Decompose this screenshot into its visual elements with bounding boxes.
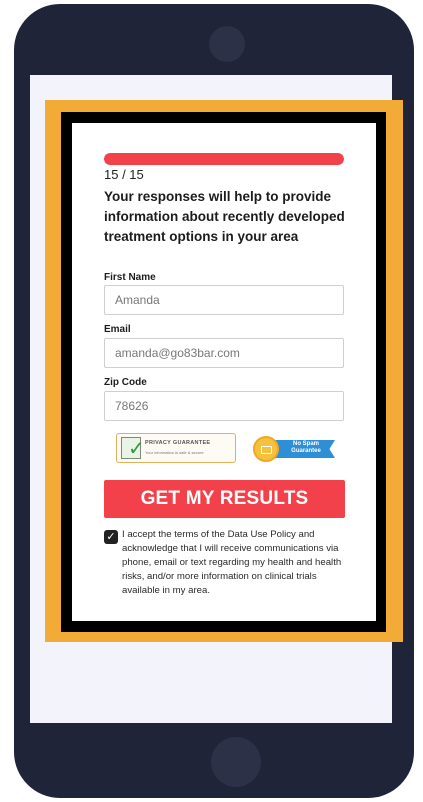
email-input[interactable] [104,338,344,368]
no-spam-badge: No Spam Guarantee [253,436,337,462]
no-spam-line2: Guarantee [291,448,321,454]
camera-icon [209,26,245,62]
progress-bar [104,153,344,165]
consent-text: I accept the terms of the Data Use Polic… [122,529,342,596]
first-name-input[interactable] [104,285,344,315]
form-headline: Your responses will help to provide info… [104,189,345,244]
first-name-label: First Name [104,272,156,283]
zip-code-label: Zip Code [104,377,147,388]
check-icon: ✓ [121,436,145,460]
home-button[interactable] [211,737,261,787]
email-label: Email [104,324,131,335]
no-spam-line1: No Spam [292,441,319,447]
get-my-results-button[interactable]: GET MY RESULTS [104,480,345,518]
progress-counter: 15 / 15 [104,167,144,182]
no-spam-circle [253,436,279,462]
progress-bar-fill [104,153,344,165]
privacy-badge-title: PRIVACY GUARANTEE [145,440,211,446]
privacy-badge-subtitle: Your information is safe & secure [145,450,204,455]
no-spam-text: No Spam Guarantee [281,441,331,455]
envelope-icon [261,446,272,454]
zip-code-input[interactable] [104,391,344,421]
privacy-guarantee-badge: ✓ PRIVACY GUARANTEE Your information is … [116,433,236,463]
consent-checkbox[interactable]: ✓ [104,530,118,544]
